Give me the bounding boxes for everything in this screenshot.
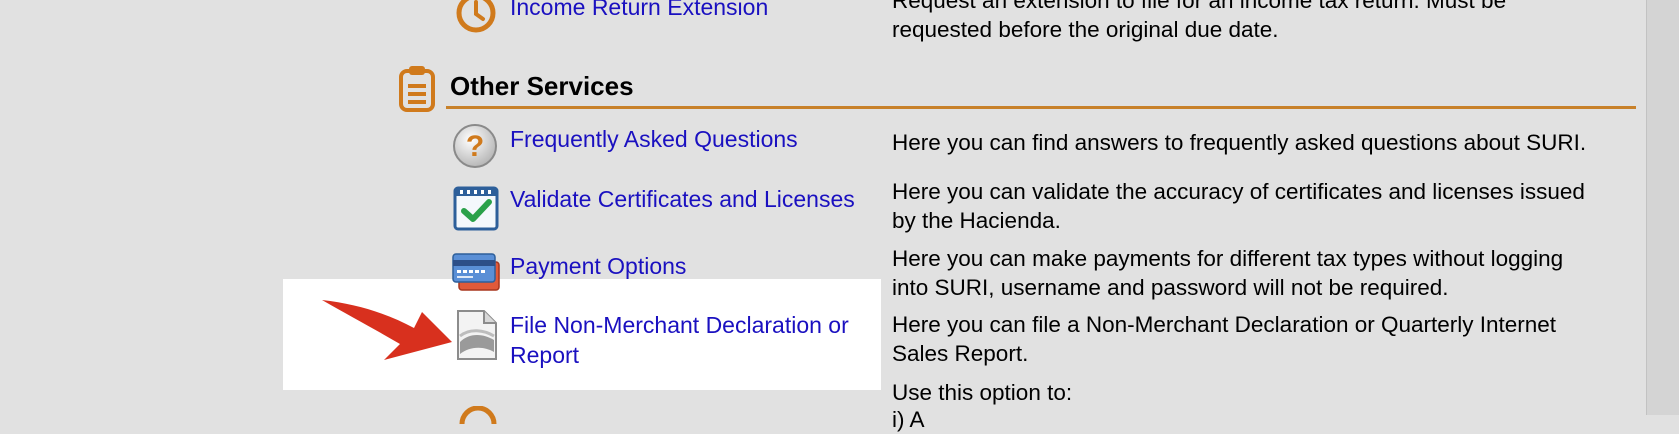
calendar-check-icon (453, 186, 499, 231)
file-non-merchant-declaration-description: Here you can file a Non-Merchant Declara… (892, 312, 1557, 366)
faq-description: Here you can find answers to frequently … (892, 130, 1587, 155)
payment-options-description: Here you can make payments for different… (892, 246, 1564, 300)
bottom-item-description-partial: i) A (892, 407, 925, 432)
partial-icon (459, 406, 497, 425)
validate-certificates-link[interactable]: Validate Certificates and Licenses (510, 184, 855, 214)
clipboard-icon (399, 66, 435, 112)
clock-icon (456, 0, 496, 33)
question-icon: ? (453, 124, 497, 168)
validate-certificates-description: Here you can validate the accuracy of ce… (892, 179, 1585, 233)
red-arrow-icon (322, 300, 452, 360)
payment-options-link[interactable]: Payment Options (510, 251, 686, 281)
section-title: Other Services (450, 71, 634, 101)
svg-text:?: ? (466, 130, 484, 163)
faq-link[interactable]: Frequently Asked Questions (510, 124, 798, 154)
scrollbar-track[interactable] (1646, 0, 1679, 415)
credit-card-icon (452, 253, 500, 291)
document-icon (457, 310, 497, 360)
file-non-merchant-declaration-link[interactable]: File Non-Merchant Declaration or Report (510, 310, 849, 370)
section-divider (446, 106, 1636, 109)
bottom-item-description: Use this option to: (892, 380, 1073, 405)
income-return-extension-link[interactable]: Income Return Extension (510, 0, 768, 22)
income-return-extension-description: Request an extension to file for an inco… (892, 0, 1507, 42)
